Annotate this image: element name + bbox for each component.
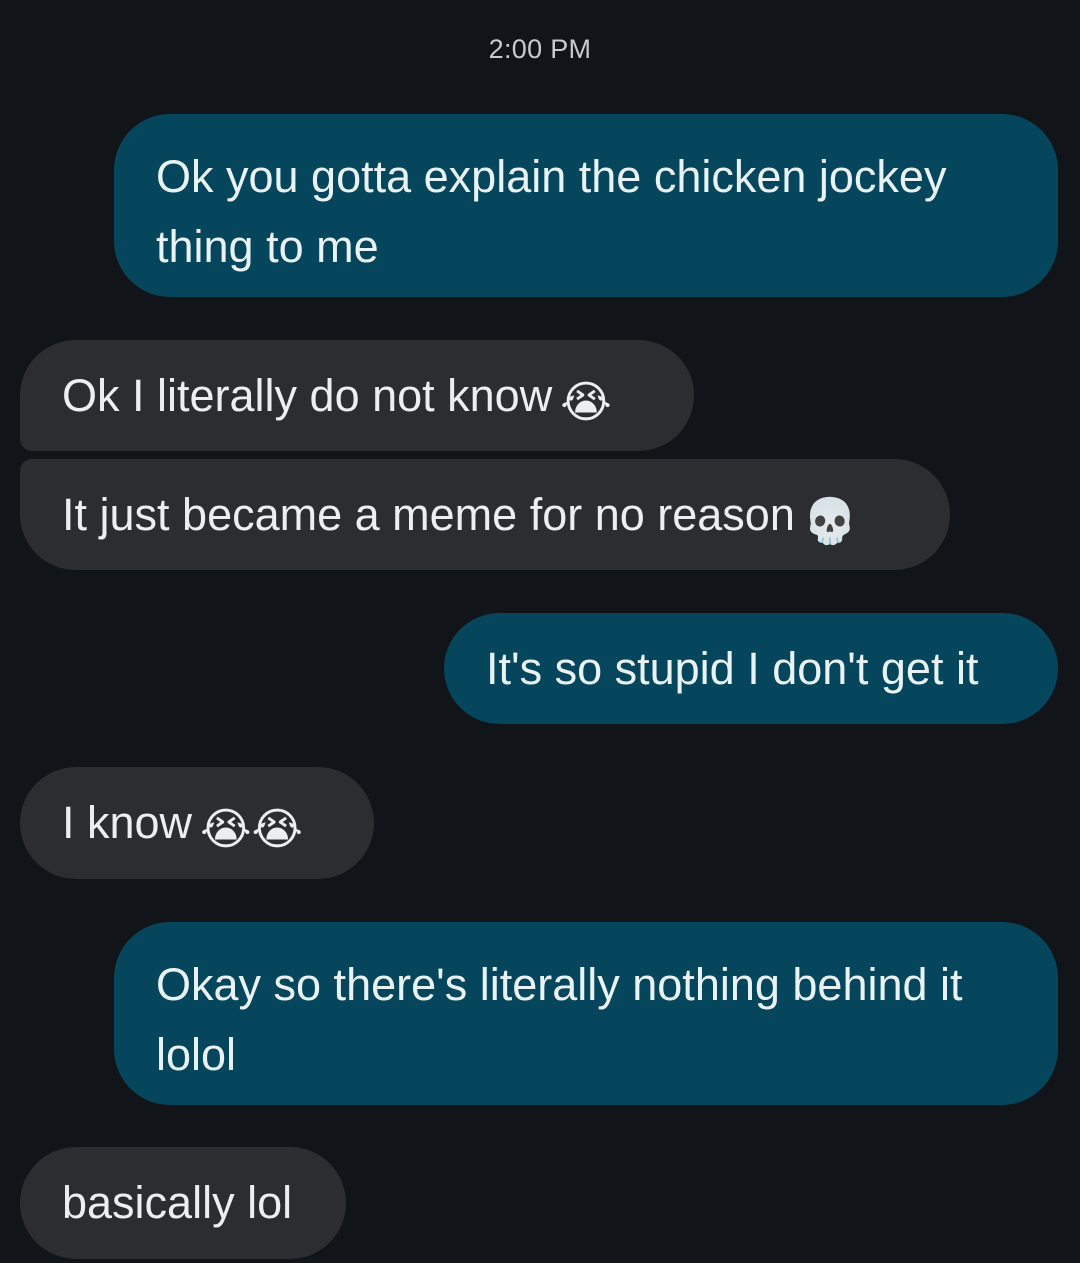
message-text: Ok I literally do not know — [62, 370, 553, 421]
message-bubble-sent[interactable]: Okay so there's literally nothing behind… — [114, 922, 1058, 1105]
crying-face-icon: 😭😭 — [200, 805, 303, 854]
skull-icon: 💀 — [802, 497, 858, 546]
crying-face-icon: 😭 — [560, 378, 612, 427]
message-text: I know — [62, 797, 193, 848]
message-bubble-received[interactable]: basically lol — [20, 1147, 346, 1259]
message-text: It just became a meme for no reason — [62, 489, 795, 540]
message-timestamp: 2:00 PM — [488, 34, 592, 64]
message-bubble-received[interactable]: It just became a meme for no reason 💀 — [20, 459, 950, 570]
message-bubble-received[interactable]: I know 😭😭 — [20, 767, 374, 879]
message-bubble-sent[interactable]: It's so stupid I don't get it — [444, 613, 1058, 724]
message-text: It's so stupid I don't get it — [486, 643, 979, 694]
message-text: Okay so there's literally nothing behind… — [156, 959, 963, 1080]
message-bubble-sent[interactable]: Ok you gotta explain the chicken jockey … — [114, 114, 1058, 297]
message-text: Ok you gotta explain the chicken jockey … — [156, 151, 947, 272]
message-bubble-received[interactable]: Ok I literally do not know 😭 — [20, 340, 694, 451]
message-text: basically lol — [62, 1177, 293, 1228]
